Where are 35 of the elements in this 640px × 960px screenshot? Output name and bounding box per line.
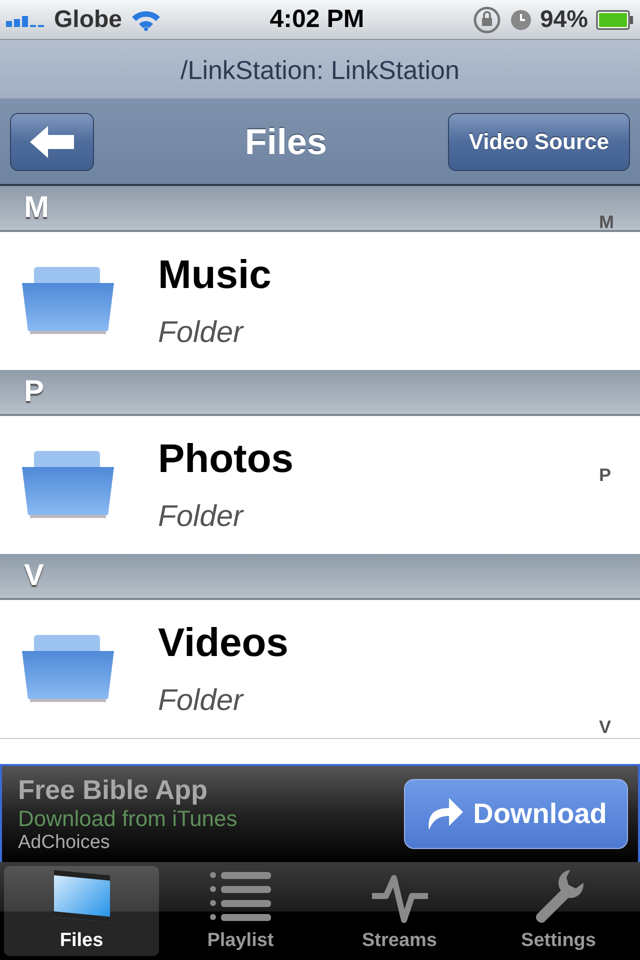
location-path: /LinkStation: LinkStation [180,54,460,86]
ad-title: Free Bible App [18,774,209,806]
index-letter[interactable]: V [599,717,614,738]
rotation-lock-icon [472,4,502,34]
page-title: Files [244,121,327,163]
battery-percent: 94% [540,6,588,34]
ad-subtitle: Download from iTunes [18,806,238,832]
folder-type: Folder [158,316,245,350]
folder-type: Folder [158,684,245,718]
index-letter[interactable]: P [599,464,614,486]
tab-item[interactable]: Playlist [163,866,318,956]
tab-item[interactable]: Files [4,866,159,956]
folder-name: Videos [158,620,288,666]
tab-item[interactable]: Streams [322,866,477,956]
battery-icon [596,10,634,30]
tab-item[interactable]: Settings [481,866,636,956]
carrier-name: Globe [54,6,122,34]
folder-icon [22,635,114,703]
video-source-button[interactable]: Video Source [448,113,630,171]
folder-name: Music [158,252,272,298]
section-letter: V [24,559,44,593]
back-button[interactable] [10,113,94,171]
section-letter: M [24,191,49,225]
pulse-icon [370,874,430,924]
folder-name: Photos [158,436,294,482]
adchoices-link[interactable]: AdChoices [18,832,238,854]
folder-type: Folder [158,500,245,534]
index-letter[interactable]: M [599,212,614,233]
folder-icon [22,267,114,335]
wifi-icon [130,8,162,30]
section-letter: P [24,375,44,409]
status-time: 4:02 PM [270,5,364,34]
folder-icon [22,451,114,519]
clock-icon [510,8,532,30]
back-arrow-icon [30,126,74,158]
